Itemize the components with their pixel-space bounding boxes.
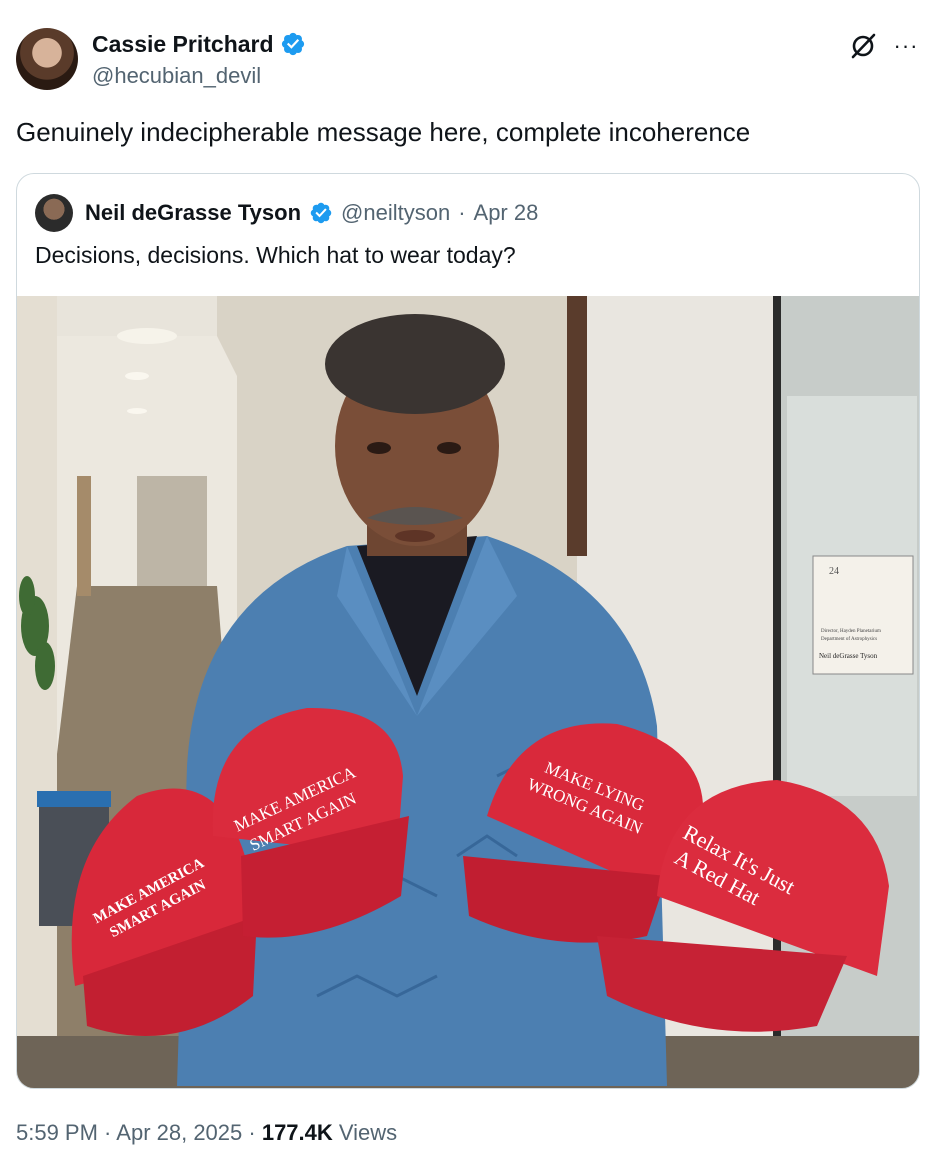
photo-illustration: 24 Director, Hayden Planetarium Departme…: [17, 296, 919, 1088]
quoted-photo[interactable]: 24 Director, Hayden Planetarium Departme…: [17, 296, 919, 1088]
quoted-author-name[interactable]: Neil deGrasse Tyson: [85, 200, 301, 226]
meta-separator: ·: [242, 1120, 262, 1145]
tweet-time[interactable]: 5:59 PM: [16, 1120, 98, 1145]
quoted-tweet-text: Decisions, decisions. Which hat to wear …: [35, 242, 516, 268]
quoted-separator: ·: [458, 200, 466, 225]
more-options-button[interactable]: ···: [888, 30, 924, 62]
quoted-author-handle[interactable]: @neiltyson: [341, 200, 450, 226]
tweet-meta: 5:59 PM · Apr 28, 2025 · 177.4K Views: [16, 1118, 397, 1148]
tweet: Cassie Pritchard @hecubian_devil ··· Gen…: [0, 0, 936, 1160]
nameplate-title-1: Director, Hayden Planetarium: [821, 629, 881, 634]
views-label: Views: [332, 1120, 398, 1145]
author-name[interactable]: Cassie Pritchard: [92, 30, 274, 58]
tweet-text: Genuinely indecipherable message here, c…: [16, 117, 751, 147]
author-name-row: Cassie Pritchard: [92, 30, 306, 58]
nameplate: 24 Director, Hayden Planetarium Departme…: [812, 555, 914, 675]
quoted-tweet[interactable]: Neil deGrasse Tyson @neiltyson · Apr 28 …: [16, 173, 920, 1089]
tweet-date[interactable]: Apr 28, 2025: [116, 1120, 242, 1145]
verified-badge-icon: [281, 32, 304, 56]
meta-separator: ·: [97, 1120, 117, 1145]
more-icon: ···: [893, 33, 919, 58]
grok-button[interactable]: [846, 30, 880, 62]
nameplate-title-2: Department of Astrophysics: [821, 637, 877, 642]
quoted-verified-badge-icon: [310, 202, 332, 224]
quoted-tweet-header: Neil deGrasse Tyson @neiltyson · Apr 28: [35, 194, 538, 232]
author-block: Cassie Pritchard @hecubian_devil: [92, 30, 306, 90]
quoted-author-avatar[interactable]: [35, 194, 73, 232]
author-avatar[interactable]: [16, 28, 78, 90]
grok-icon: [851, 33, 876, 59]
nameplate-number: 24: [829, 566, 839, 577]
quoted-date[interactable]: Apr 28: [474, 200, 539, 226]
views-count[interactable]: 177.4K: [262, 1120, 333, 1145]
author-handle[interactable]: @hecubian_devil: [92, 62, 306, 90]
nameplate-name: Neil deGrasse Tyson: [819, 652, 878, 660]
